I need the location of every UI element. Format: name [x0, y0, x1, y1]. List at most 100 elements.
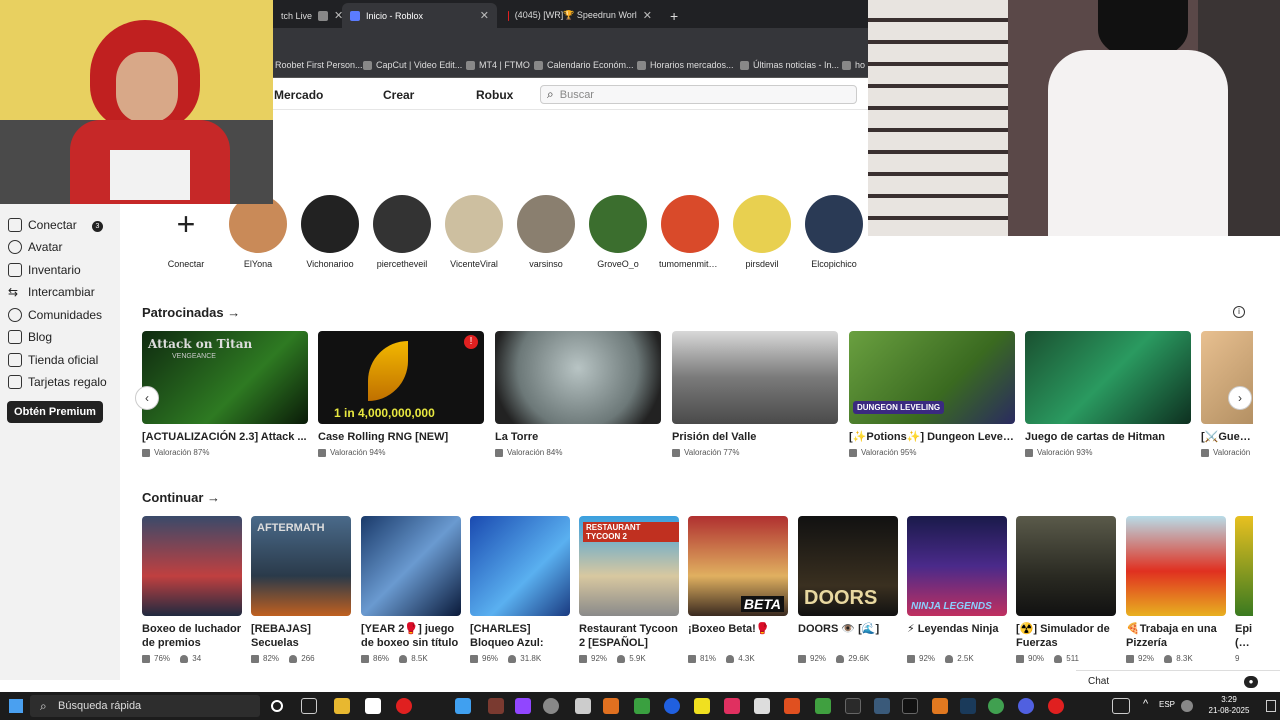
friend-item[interactable]: varsinso [515, 195, 577, 269]
opera-icon[interactable] [396, 698, 412, 714]
section-title-continue[interactable]: Continuar → [142, 490, 220, 505]
tab-youtube[interactable]: (4045) [WR]🏆 Speedrun Worl ✕ [500, 3, 660, 28]
friend-item[interactable]: pirsdevil [731, 195, 793, 269]
windows-start-icon[interactable] [9, 699, 23, 713]
nav-crear[interactable]: Crear [383, 88, 414, 102]
friend-item[interactable]: tumomenmitu... [659, 195, 721, 269]
game-card[interactable]: Boxeo de luchador de premios 76% 34 [142, 516, 242, 663]
game-card[interactable]: Prisión del Valle Valoración 77% [672, 331, 838, 457]
thumb-title: AFTERMATH [257, 522, 325, 534]
app-icon[interactable] [932, 698, 948, 714]
bookmark-item[interactable]: Últimas noticias - In... [740, 60, 839, 70]
premium-button[interactable]: Obtén Premium [7, 401, 103, 423]
sidebar-item-conectar[interactable]: Conectar [8, 218, 77, 232]
chrome-icon[interactable] [988, 698, 1004, 714]
new-tab-button[interactable]: + [662, 3, 686, 28]
network-icon[interactable] [1181, 700, 1193, 712]
sidebar-item-comunidades[interactable]: Comunidades [8, 308, 102, 322]
app-icon[interactable] [634, 698, 650, 714]
game-card[interactable]: Attack on Titan VENGEANCE [ACTUALIZACIÓN… [142, 331, 308, 457]
friend-item[interactable]: ElYona [227, 195, 289, 269]
search-input[interactable]: ⌕ Buscar [540, 85, 857, 104]
game-card[interactable]: BETA ¡Boxeo Beta!🥊 81% 4.3K [688, 516, 788, 663]
game-card[interactable]: [CHARLES] Bloqueo Azul: Rivales 96% 31.8… [470, 516, 570, 663]
sidebar-item-blog[interactable]: Blog [8, 330, 52, 344]
friend-item[interactable]: piercetheveil [371, 195, 433, 269]
steam-icon[interactable] [960, 698, 976, 714]
bookmark-item[interactable]: CapCut | Video Edit... [363, 60, 462, 70]
app-icon[interactable] [694, 698, 710, 714]
folder-icon[interactable] [334, 698, 350, 714]
game-card[interactable]: ! 1 in 4,000,000,000 Case Rolling RNG [N… [318, 331, 484, 457]
game-card[interactable]: AFTERMATH [REBAJAS] Secuelas 82% 266 [251, 516, 351, 663]
game-title: La Torre [495, 431, 539, 443]
tab-roblox[interactable]: Inicio - Roblox ✕ [342, 3, 497, 28]
game-card[interactable]: NINJA LEGENDS ⚡ Leyendas Ninja 92% 2.5K [907, 516, 1007, 663]
app-icon[interactable] [724, 698, 740, 714]
game-card[interactable]: RESTAURANT TYCOON 2 Restaurant Tycoon 2 … [579, 516, 679, 663]
game-card[interactable]: Juego de cartas de Hitman Valoración 93% [1025, 331, 1191, 457]
thumbs-up-icon [907, 654, 915, 663]
sidebar-item-inventario[interactable]: Inventario [8, 263, 81, 277]
friend-item[interactable]: VicenteViral [443, 195, 505, 269]
app-icon[interactable] [455, 698, 471, 714]
close-icon[interactable]: ✕ [643, 9, 652, 22]
task-view-icon[interactable] [301, 698, 317, 714]
carousel-next-button[interactable]: › [1228, 386, 1252, 410]
connect-friend[interactable]: + Conectar [155, 195, 217, 269]
nav-robux[interactable]: Robux [476, 88, 513, 102]
friend-item[interactable]: Vichonarioo [299, 195, 361, 269]
section-title-sponsored[interactable]: Patrocinadas → [142, 305, 240, 320]
taskbar-search[interactable]: ⌕ Búsqueda rápida [30, 695, 260, 717]
info-icon[interactable]: i [1233, 306, 1245, 318]
app-icon[interactable] [603, 698, 619, 714]
bookmark-item[interactable]: MT4 | FTMO [466, 60, 530, 70]
bookmark-item[interactable]: Horarios mercados... [637, 60, 734, 70]
taskbar-clock[interactable]: 3:29 21-08-2025 [1199, 694, 1259, 716]
game-card[interactable]: Epi (Esp 9 [1235, 516, 1253, 663]
game-card[interactable]: 🍕Trabaja en una Pizzería 92% 8.3K [1126, 516, 1226, 663]
chat-icon[interactable]: ● [1244, 676, 1258, 688]
notification-icon[interactable] [1266, 700, 1276, 712]
obs-icon[interactable] [1048, 698, 1064, 714]
bookmark-item[interactable]: Calendario Económ... [534, 60, 634, 70]
game-card[interactable]: La Torre Valoración 84% [495, 331, 661, 457]
sidebar-item-tarjetas[interactable]: Tarjetas regalo [8, 375, 107, 389]
nav-mercado[interactable]: Mercado [274, 88, 323, 102]
keyboard-icon[interactable] [1112, 698, 1130, 714]
friend-item[interactable]: Elcopichico [803, 195, 865, 269]
app-icon[interactable] [874, 698, 890, 714]
app-icon[interactable] [815, 698, 831, 714]
game-card[interactable]: [YEAR 2🥊] juego de boxeo sin título 86% … [361, 516, 461, 663]
friend-item[interactable]: GroveO_o [587, 195, 649, 269]
app-icon[interactable] [575, 698, 591, 714]
cortana-icon[interactable] [271, 700, 283, 712]
bookmark-item[interactable]: Roobet First Person... [275, 60, 363, 70]
game-card[interactable]: [☢️] Simulador de Fuerzas Especiales 90%… [1016, 516, 1116, 663]
taskbar-lang[interactable]: ESP [1159, 700, 1175, 709]
tab-twitch[interactable]: tch Live ✕ [273, 3, 351, 28]
app-icon[interactable] [845, 698, 861, 714]
brave-icon[interactable] [784, 698, 800, 714]
gear-icon[interactable] [543, 698, 559, 714]
tiktok-icon[interactable] [902, 698, 918, 714]
file-icon[interactable] [365, 698, 381, 714]
close-icon[interactable]: ✕ [480, 9, 489, 22]
sidebar-item-tienda[interactable]: Tienda oficial [8, 353, 98, 367]
app-icon[interactable] [488, 698, 504, 714]
search-icon: ⌕ [547, 87, 554, 101]
app-icon[interactable] [754, 698, 770, 714]
chat-bar[interactable]: Chat ● [1076, 670, 1280, 692]
zoom-icon[interactable] [664, 698, 680, 714]
game-rating: 96% [482, 654, 499, 663]
twitch-icon[interactable] [515, 698, 531, 714]
chevron-up-icon[interactable]: ^ [1143, 698, 1148, 710]
discord-icon[interactable] [1018, 698, 1034, 714]
sidebar-item-intercambiar[interactable]: ⇆ Intercambiar [8, 285, 95, 299]
game-card[interactable]: DOORS DOORS 👁️ [🌊] 92% 29.6K [798, 516, 898, 663]
bookmark-item[interactable]: ho [842, 60, 865, 70]
player-count: 266 [301, 654, 315, 663]
carousel-prev-button[interactable]: ‹ [135, 386, 159, 410]
game-card[interactable]: DUNGEON LEVELING [✨Potions✨] Dungeon Lev… [849, 331, 1015, 457]
sidebar-item-avatar[interactable]: Avatar [8, 240, 62, 254]
